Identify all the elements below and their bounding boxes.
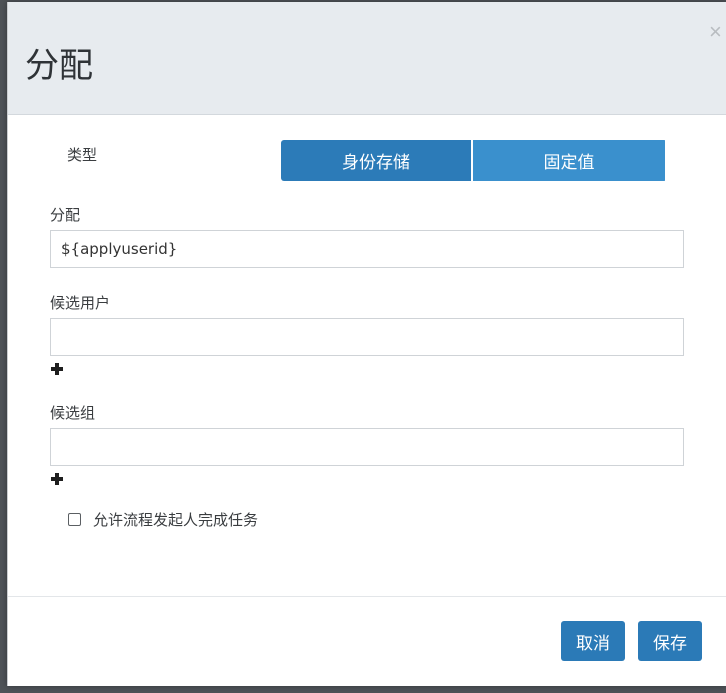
assignee-label: 分配 <box>50 206 81 224</box>
save-button[interactable]: 保存 <box>638 621 702 661</box>
add-candidate-user-plus-icon[interactable] <box>51 363 63 375</box>
initiator-option-label: 允许流程发起人完成任务 <box>93 511 259 529</box>
dialog-header: 分配 × <box>8 2 726 115</box>
candidate-users-input[interactable] <box>50 318 684 356</box>
cancel-button[interactable]: 取消 <box>561 621 625 661</box>
identity-store-button[interactable]: 身份存储 <box>281 140 473 181</box>
type-segmented-control: 身份存储 固定值 <box>281 140 667 181</box>
assign-dialog: 分配 × 类型 身份存储 固定值 分配 候选用户 候选组 允许流程发起人完成任务… <box>7 2 726 686</box>
candidate-users-label: 候选用户 <box>50 294 111 312</box>
footer-divider <box>8 596 726 597</box>
close-icon[interactable]: × <box>709 20 722 44</box>
dialog-title: 分配 <box>25 46 93 86</box>
add-candidate-group-plus-icon[interactable] <box>51 473 63 485</box>
type-label: 类型 <box>67 146 98 164</box>
initiator-checkbox[interactable] <box>68 513 81 526</box>
fixed-value-button[interactable]: 固定值 <box>473 140 665 181</box>
candidate-groups-label: 候选组 <box>50 404 96 422</box>
candidate-groups-input[interactable] <box>50 428 684 466</box>
initiator-option-row: 允许流程发起人完成任务 <box>68 509 258 530</box>
assignee-input[interactable] <box>50 230 684 268</box>
